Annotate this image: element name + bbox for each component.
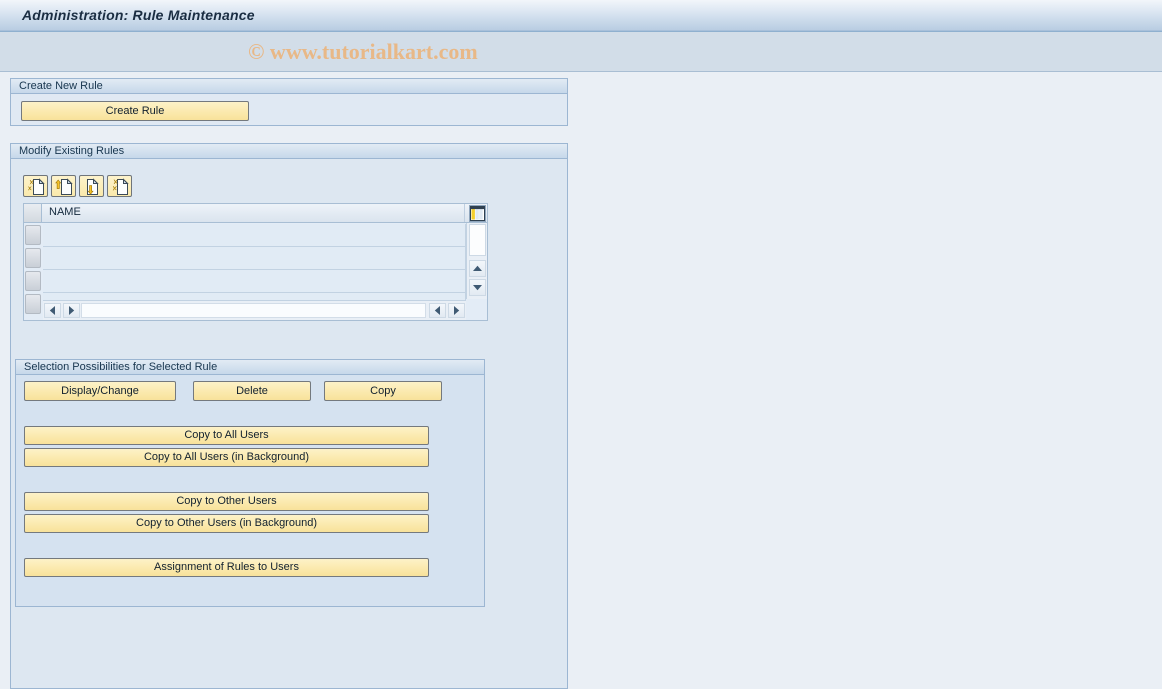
watermark-text: © www.tutorialkart.com <box>248 39 478 64</box>
row-cell-name[interactable] <box>43 224 466 247</box>
window-title-bar: Administration: Rule Maintenance <box>0 0 1162 32</box>
table-row[interactable] <box>24 224 466 247</box>
grid-horizontal-scrollbar[interactable] <box>43 300 466 320</box>
create-new-rule-group-header: Create New Rule <box>11 79 567 94</box>
rules-grid[interactable]: NAME <box>23 203 488 321</box>
selection-possibilities-group-label: Selection Possibilities for Selected Rul… <box>24 361 218 373</box>
row-selector[interactable] <box>25 248 41 268</box>
grid-column-header-name[interactable]: NAME <box>43 204 465 222</box>
grid-vertical-scrollbar[interactable] <box>466 223 487 299</box>
create-rule-button[interactable]: Create Rule <box>21 101 249 121</box>
copy-to-other-users-button[interactable]: Copy to Other Users <box>24 492 429 511</box>
scroll-up-icon[interactable] <box>469 260 486 277</box>
vertical-scrollbar-thumb[interactable] <box>469 224 486 256</box>
scroll-right-icon[interactable] <box>63 303 80 318</box>
selection-possibilities-group-body: Display/Change Delete Copy Copy to All U… <box>16 375 484 606</box>
modify-existing-rules-group-body: NAME Selection Possibilities for Selecte… <box>11 159 567 688</box>
assignment-of-rules-to-users-button[interactable]: Assignment of Rules to Users <box>24 558 429 577</box>
page-title: Administration: Rule Maintenance <box>22 7 255 23</box>
scroll-left-icon[interactable] <box>44 303 61 318</box>
row-selector[interactable] <box>25 225 41 245</box>
selection-possibilities-group-header: Selection Possibilities for Selected Rul… <box>16 360 484 375</box>
page-body: Create New Rule Create Rule Modify Exist… <box>0 73 1162 689</box>
modify-existing-rules-group: Modify Existing Rules NAME Selection Pos… <box>10 143 568 689</box>
scroll-left-end-icon[interactable] <box>429 303 446 318</box>
row-cell-name[interactable] <box>43 247 466 270</box>
delete-button[interactable]: Delete <box>193 381 311 401</box>
create-new-rule-group: Create New Rule Create Rule <box>10 78 568 126</box>
selection-possibilities-group: Selection Possibilities for Selected Rul… <box>15 359 485 607</box>
copy-button[interactable]: Copy <box>324 381 442 401</box>
grid-select-all-corner[interactable] <box>24 204 42 222</box>
horizontal-scrollbar-track[interactable] <box>81 303 426 318</box>
rule-toolbar <box>23 175 135 197</box>
rules-grid-header: NAME <box>24 204 487 223</box>
scroll-down-icon[interactable] <box>469 279 486 296</box>
download-rule-icon-button[interactable] <box>79 175 104 197</box>
upload-rule-icon-button[interactable] <box>51 175 76 197</box>
row-selector[interactable] <box>25 271 41 291</box>
watermark-bar: © www.tutorialkart.com <box>0 32 1162 72</box>
create-new-rule-group-label: Create New Rule <box>19 80 103 92</box>
row-selector[interactable] <box>25 294 41 314</box>
create-new-rule-group-body: Create Rule <box>11 94 567 125</box>
copy-to-other-users-background-button[interactable]: Copy to Other Users (in Background) <box>24 514 429 533</box>
modify-existing-rules-group-header: Modify Existing Rules <box>11 144 567 159</box>
display-change-button[interactable]: Display/Change <box>24 381 176 401</box>
modify-existing-rules-group-label: Modify Existing Rules <box>19 145 125 157</box>
copy-to-all-users-button[interactable]: Copy to All Users <box>24 426 429 445</box>
table-row[interactable] <box>24 247 466 270</box>
table-row[interactable] <box>24 270 466 293</box>
copy-to-all-users-background-button[interactable]: Copy to All Users (in Background) <box>24 448 429 467</box>
row-cell-name[interactable] <box>43 270 466 293</box>
create-rule-icon-button[interactable] <box>23 175 48 197</box>
change-rule-icon-button[interactable] <box>107 175 132 197</box>
scroll-right-end-icon[interactable] <box>448 303 465 318</box>
table-settings-icon[interactable] <box>469 205 486 222</box>
